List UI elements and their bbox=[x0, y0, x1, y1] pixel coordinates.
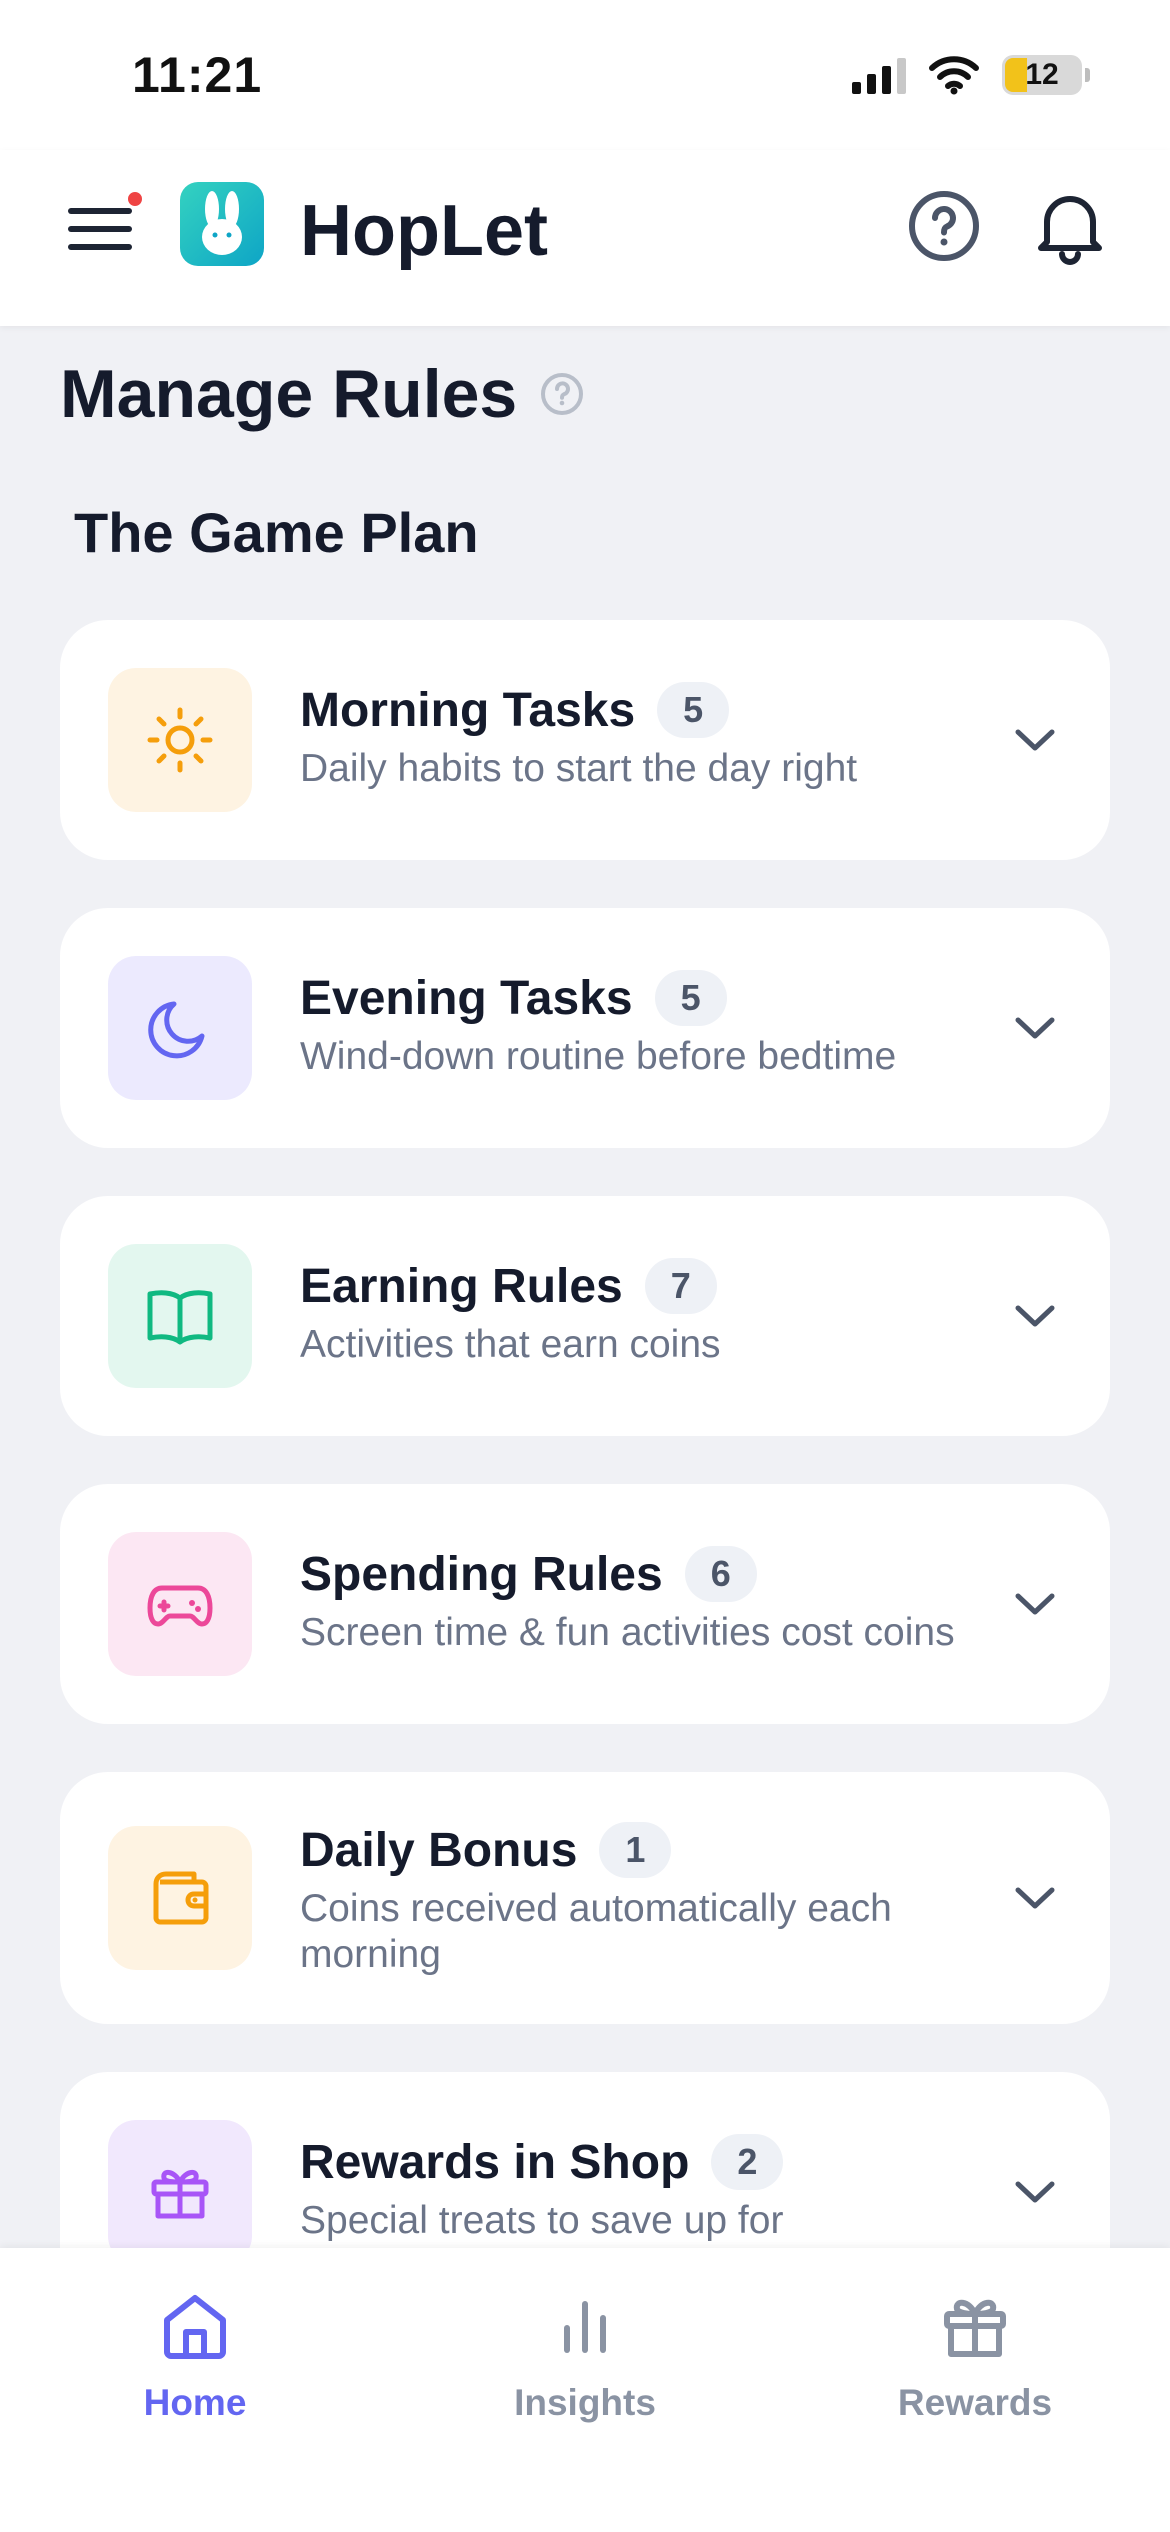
gamepad-icon bbox=[147, 1585, 213, 1627]
rule-card-evening-tasks[interactable]: Evening Tasks 5 Wind-down routine before… bbox=[60, 908, 1110, 1148]
app-name: HopLet bbox=[300, 191, 548, 271]
chevron-down-icon[interactable] bbox=[1010, 1003, 1060, 1053]
tab-label: Insights bbox=[514, 2382, 656, 2423]
tab-home[interactable]: Home bbox=[75, 2288, 315, 2424]
card-title: Morning Tasks bbox=[300, 683, 636, 737]
count-badge: 1 bbox=[599, 1822, 672, 1878]
card-title: Spending Rules bbox=[300, 1547, 663, 1601]
page-title: Manage Rules bbox=[60, 356, 518, 432]
chevron-down-icon[interactable] bbox=[1010, 2167, 1060, 2217]
section-title: The Game Plan bbox=[74, 501, 479, 564]
sun-icon bbox=[147, 707, 213, 773]
tab-rewards[interactable]: Rewards bbox=[855, 2288, 1095, 2424]
app-logo bbox=[180, 182, 264, 266]
cellular-signal-icon bbox=[852, 56, 906, 94]
chevron-down-icon[interactable] bbox=[1010, 1873, 1060, 1923]
status-time: 11:21 bbox=[132, 47, 263, 103]
count-badge: 5 bbox=[657, 682, 730, 738]
count-badge: 7 bbox=[644, 1258, 717, 1314]
status-icons: 12 bbox=[852, 55, 1090, 95]
card-subtitle: Wind-down routine before bedtime bbox=[300, 1035, 897, 1078]
help-circle-icon[interactable] bbox=[904, 186, 984, 266]
home-icon bbox=[164, 2295, 226, 2359]
app-header: HopLet bbox=[0, 150, 1170, 326]
card-text: Earning Rules 7 Activities that earn coi… bbox=[300, 1258, 980, 1368]
bottom-tab-bar: Home Insights Rewards bbox=[0, 2248, 1170, 2532]
gift-icon bbox=[151, 2170, 209, 2219]
card-subtitle: Daily habits to start the day right bbox=[300, 747, 858, 790]
card-subtitle: Screen time & fun activities cost coins bbox=[300, 1611, 955, 1654]
book-icon bbox=[147, 1290, 213, 1345]
rule-card-spending-rules[interactable]: Spending Rules 6 Screen time & fun activ… bbox=[60, 1484, 1110, 1724]
tab-label: Home bbox=[143, 2382, 247, 2423]
card-title: Rewards in Shop bbox=[300, 2135, 690, 2189]
card-icon-container bbox=[108, 2120, 252, 2264]
battery-indicator: 12 bbox=[1002, 55, 1090, 95]
battery-level: 12 bbox=[1025, 58, 1059, 91]
tab-label: Rewards bbox=[897, 2382, 1053, 2423]
card-text: Morning Tasks 5 Daily habits to start th… bbox=[300, 682, 980, 792]
gift-icon bbox=[944, 2299, 1006, 2357]
card-text: Evening Tasks 5 Wind-down routine before… bbox=[300, 970, 980, 1080]
wifi-icon bbox=[929, 56, 979, 95]
card-title: Earning Rules bbox=[300, 1259, 623, 1313]
wallet-icon bbox=[153, 1871, 209, 1925]
card-subtitle: Coins received automatically each mornin… bbox=[300, 1887, 892, 1976]
bar-chart-icon bbox=[564, 2301, 606, 2353]
bunny-logo-icon bbox=[202, 191, 242, 255]
card-icon-container bbox=[108, 1532, 252, 1676]
card-subtitle: Special treats to save up for bbox=[300, 2199, 784, 2242]
moon-icon bbox=[148, 1001, 205, 1059]
card-title: Evening Tasks bbox=[300, 971, 633, 1025]
count-badge: 6 bbox=[684, 1546, 757, 1602]
rule-card-earning-rules[interactable]: Earning Rules 7 Activities that earn coi… bbox=[60, 1196, 1110, 1436]
rule-card-morning-tasks[interactable]: Morning Tasks 5 Daily habits to start th… bbox=[60, 620, 1110, 860]
notification-dot bbox=[126, 190, 144, 208]
card-text: Daily Bonus 1 Coins received automatical… bbox=[300, 1822, 980, 1978]
hamburger-menu-icon[interactable] bbox=[68, 190, 144, 256]
count-badge: 5 bbox=[654, 970, 727, 1026]
card-icon-container bbox=[108, 956, 252, 1100]
chevron-down-icon[interactable] bbox=[1010, 1291, 1060, 1341]
chevron-down-icon[interactable] bbox=[1010, 715, 1060, 765]
card-icon-container bbox=[108, 1244, 252, 1388]
card-text: Spending Rules 6 Screen time & fun activ… bbox=[300, 1546, 980, 1656]
card-text: Rewards in Shop 2 Special treats to save… bbox=[300, 2134, 980, 2244]
card-icon-container bbox=[108, 1826, 252, 1970]
bell-icon[interactable] bbox=[1030, 186, 1110, 266]
status-bar: 11:21 12 bbox=[0, 0, 1170, 150]
page-title-row: Manage Rules bbox=[60, 355, 585, 433]
card-title: Daily Bonus bbox=[300, 1823, 578, 1877]
info-icon[interactable] bbox=[539, 371, 585, 417]
screen: 11:21 12 HopLet Manage Rules The Game Pl… bbox=[0, 0, 1170, 2532]
chevron-down-icon[interactable] bbox=[1010, 1579, 1060, 1629]
rule-card-daily-bonus[interactable]: Daily Bonus 1 Coins received automatical… bbox=[60, 1772, 1110, 2024]
card-subtitle: Activities that earn coins bbox=[300, 1323, 721, 1366]
tab-insights[interactable]: Insights bbox=[465, 2288, 705, 2424]
card-icon-container bbox=[108, 668, 252, 812]
count-badge: 2 bbox=[711, 2134, 784, 2190]
